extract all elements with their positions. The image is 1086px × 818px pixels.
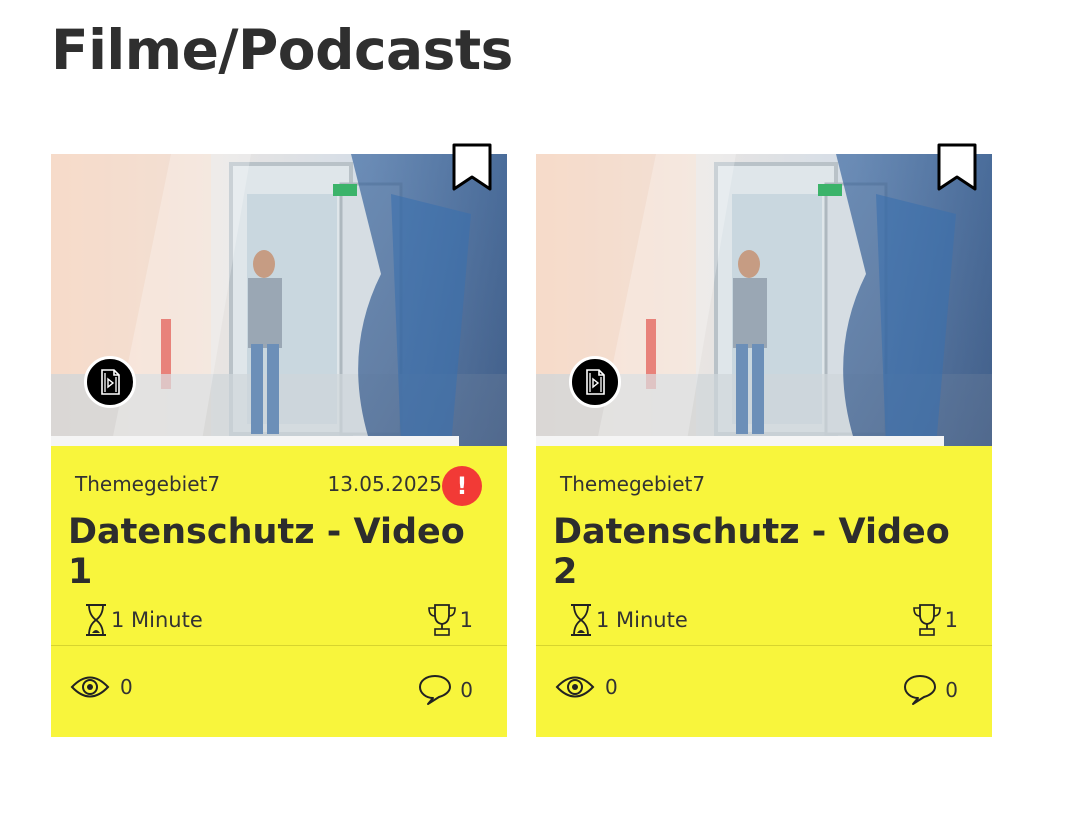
card-thumbnail[interactable] [536,154,992,446]
alert-badge: ! [442,466,482,506]
points: 1 [426,603,473,637]
speech-bubble-icon[interactable] [903,674,937,706]
bookmark-icon[interactable] [452,143,492,193]
card-stats: 0 0 [51,674,507,714]
duration-text: 1 Minute [111,608,203,632]
comments[interactable]: 0 [903,674,958,706]
due-date: 13.05.2025 [327,472,442,496]
trophy-icon [912,604,941,636]
eye-icon [70,676,110,698]
hourglass-icon [86,604,106,636]
comments-count: 0 [460,678,473,702]
duration: 1 Minute [568,603,688,637]
divider [51,645,507,646]
page-title: Filme/Podcasts [51,18,513,82]
video-file-icon [84,356,136,408]
card-stats: 0 0 [536,674,992,714]
card-title[interactable]: Datenschutz - Video 2 [553,512,963,592]
comments[interactable]: 0 [418,674,473,706]
points: 1 [911,603,958,637]
bookmark-icon[interactable] [937,143,977,193]
views-count: 0 [120,675,133,699]
points-text: 1 [944,608,958,632]
hourglass-icon [571,604,591,636]
topic-label: Themegebiet7 [560,472,706,496]
divider [536,645,992,646]
eye-icon [555,676,595,698]
points-text: 1 [459,608,473,632]
card-thumbnail[interactable] [51,154,507,446]
views-count: 0 [605,675,618,699]
views: 0 [70,674,133,700]
card-title[interactable]: Datenschutz - Video 1 [68,512,498,592]
card-meta: 1 Minute 1 [51,600,507,640]
card-meta: 1 Minute 1 [536,600,992,640]
speech-bubble-icon[interactable] [418,674,452,706]
trophy-icon [427,604,456,636]
video-file-icon [569,356,621,408]
duration: 1 Minute [83,603,203,637]
content-card[interactable]: Themegebiet7 Datenschutz - Video 2 1 Min… [536,143,992,737]
topic-label: Themegebiet7 [75,472,221,496]
comments-count: 0 [945,678,958,702]
views: 0 [555,674,618,700]
duration-text: 1 Minute [596,608,688,632]
content-card[interactable]: Themegebiet7 13.05.2025 ! Datenschutz - … [51,143,507,737]
